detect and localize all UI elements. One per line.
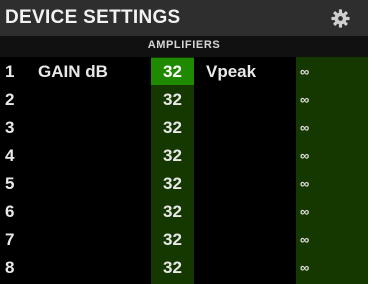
channel-number: 7 <box>5 230 15 249</box>
channel-row: 6 32 ∞ <box>0 198 368 225</box>
vpeak-label: Vpeak <box>206 62 257 81</box>
gain-value[interactable]: 32 <box>151 198 194 225</box>
channel-row: 5 32 ∞ <box>0 170 368 197</box>
device-settings-screen: DEVICE SETTINGS AMPLIFIERS 1 GAIN dB 32 … <box>0 0 368 284</box>
vpeak-value[interactable]: ∞ <box>300 226 309 253</box>
vpeak-value[interactable]: ∞ <box>300 86 309 113</box>
gear-icon[interactable] <box>331 9 350 28</box>
title-bar: DEVICE SETTINGS <box>0 0 368 36</box>
channel-number: 3 <box>5 118 15 137</box>
channel-number: 6 <box>5 202 15 221</box>
channel-number: 8 <box>5 258 15 277</box>
vpeak-value[interactable]: ∞ <box>300 254 309 281</box>
vpeak-value[interactable]: ∞ <box>300 170 309 197</box>
channel-row: 4 32 ∞ <box>0 142 368 169</box>
page-title: DEVICE SETTINGS <box>5 7 181 28</box>
channel-number: 5 <box>5 174 15 193</box>
channel-number: 2 <box>5 90 15 109</box>
section-label: AMPLIFIERS <box>147 39 221 51</box>
gain-value[interactable]: 32 <box>151 254 194 281</box>
gain-value[interactable]: 32 <box>151 86 194 113</box>
channel-row: 3 32 ∞ <box>0 114 368 141</box>
section-header: AMPLIFIERS <box>0 36 368 57</box>
vpeak-value[interactable]: ∞ <box>300 114 309 141</box>
channel-row: 8 32 ∞ <box>0 254 368 281</box>
gain-value[interactable]: 32 <box>151 58 194 85</box>
channel-row: 1 GAIN dB 32 Vpeak ∞ <box>0 58 368 85</box>
gain-label: GAIN dB <box>38 62 108 81</box>
gain-value[interactable]: 32 <box>151 226 194 253</box>
vpeak-value[interactable]: ∞ <box>300 142 309 169</box>
channel-row: 2 32 ∞ <box>0 86 368 113</box>
channel-row: 7 32 ∞ <box>0 226 368 253</box>
gain-value[interactable]: 32 <box>151 114 194 141</box>
channel-number: 4 <box>5 146 15 165</box>
vpeak-value[interactable]: ∞ <box>300 58 309 85</box>
vpeak-value[interactable]: ∞ <box>300 198 309 225</box>
gain-value[interactable]: 32 <box>151 170 194 197</box>
channel-number: 1 <box>5 62 15 81</box>
gain-value[interactable]: 32 <box>151 142 194 169</box>
